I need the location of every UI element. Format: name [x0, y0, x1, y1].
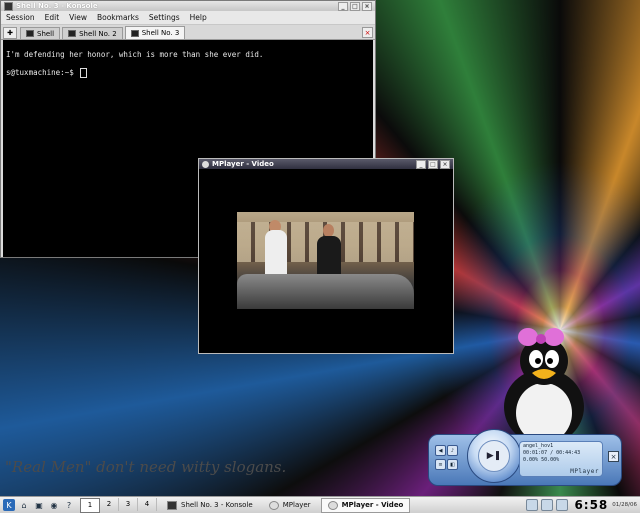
tab-label: Shell	[37, 29, 55, 38]
tab-shell-3[interactable]: Shell No. 3	[124, 26, 186, 39]
system-tray: 6:58 01/28/06	[523, 498, 640, 512]
mini-player-levels: 0.00% 50.00%	[523, 457, 599, 464]
mplayer-title: MPlayer - Video	[212, 160, 274, 168]
kde-menu-icon[interactable]: K	[3, 499, 15, 511]
help-icon[interactable]: ?	[63, 499, 75, 511]
terminal-icon	[167, 500, 177, 510]
task-mplayer[interactable]: MPlayer	[263, 499, 317, 512]
desktop-2-button[interactable]: 2	[100, 497, 119, 511]
maximize-icon[interactable]: □	[428, 159, 438, 169]
terminal-launcher-icon[interactable]: ▣	[33, 499, 45, 511]
tux-mascot-image	[504, 328, 584, 445]
task-label: Shell No. 3 - Konsole	[181, 501, 253, 509]
task-mplayer-video[interactable]: MPlayer - Video	[320, 497, 411, 513]
mini-player-time: 00:01:07 / 00:44:43	[523, 450, 581, 456]
desktop-pager: 1 2 3 4	[80, 497, 157, 513]
tab-shell-2[interactable]: Shell No. 2	[62, 27, 123, 39]
video-frame[interactable]	[237, 212, 414, 309]
konsole-title: Shell No. 3 - Konsole	[16, 2, 98, 10]
desktop-slogan: "Real Men" don't need witty slogans.	[5, 458, 287, 476]
close-icon[interactable]: ×	[362, 1, 372, 11]
mini-player-balance: 50.00%	[541, 457, 560, 463]
terminal-icon	[68, 30, 77, 37]
terminal-icon	[130, 29, 139, 37]
menu-view[interactable]: View	[64, 13, 92, 22]
terminal-icon	[26, 30, 34, 37]
browser-icon[interactable]: ◉	[48, 499, 60, 511]
mplayer-control-panel[interactable]: ◀ ≡ ♪ ◧ ▶❚ angel_hov1 00:01:07 / 00:44:4…	[428, 429, 622, 486]
playlist-icon[interactable]: ♪	[447, 445, 458, 456]
menu-edit[interactable]: Edit	[40, 13, 65, 22]
taskbar: K ⌂ ▣ ◉ ? 1 2 3 4 Shell No. 3 - Konsole …	[0, 496, 640, 513]
mini-player-filename: angel_hov1	[523, 443, 554, 449]
terminal-line: I'm defending her honor, which is more t…	[6, 50, 264, 59]
minimize-icon[interactable]: _	[416, 159, 426, 169]
desktop: "Real Men" don't need witty slogans. She…	[0, 0, 640, 496]
mplayer-titlebar[interactable]: MPlayer - Video _ □ ×	[199, 159, 453, 169]
mini-player-brand: MPlayer	[570, 468, 599, 475]
close-icon[interactable]: ×	[440, 159, 450, 169]
clock[interactable]: 6:58	[574, 498, 608, 512]
menu-session[interactable]: Session	[1, 13, 40, 22]
tab-label: Shell No. 3	[141, 29, 180, 37]
tray-icon[interactable]	[556, 499, 569, 511]
menu-icon[interactable]: ≡	[435, 459, 446, 470]
minimize-icon[interactable]: _	[338, 1, 348, 11]
menu-help[interactable]: Help	[185, 13, 212, 22]
skin-icon[interactable]: ◧	[447, 459, 458, 470]
konsole-app-icon[interactable]	[4, 1, 13, 11]
konsole-tabbar: ✚ Shell Shell No. 2 Shell No. 3 ×	[1, 25, 375, 40]
konsole-titlebar[interactable]: Shell No. 3 - Konsole _ □ ×	[1, 1, 375, 11]
tab-label: Shell No. 2	[79, 29, 117, 38]
menu-bookmarks[interactable]: Bookmarks	[92, 13, 144, 22]
close-icon[interactable]: ×	[608, 451, 619, 462]
home-icon[interactable]: ⌂	[18, 499, 30, 511]
date: 01/28/06	[612, 502, 637, 508]
desktop-4-button[interactable]: 4	[138, 497, 157, 511]
tab-shell[interactable]: Shell	[20, 27, 61, 39]
terminal-prompt-line: s@tuxmachine:~$	[6, 64, 370, 82]
mplayer-video-window[interactable]: MPlayer - Video _ □ ×	[198, 158, 454, 354]
desktop-3-button[interactable]: 3	[119, 497, 138, 511]
mplayer-icon	[268, 500, 279, 510]
desktop-1-button[interactable]: 1	[80, 497, 100, 513]
maximize-icon[interactable]: □	[350, 1, 360, 11]
task-label: MPlayer	[282, 501, 311, 509]
task-label: MPlayer - Video	[341, 501, 404, 509]
video-car	[237, 274, 414, 309]
tray-icon[interactable]	[541, 499, 554, 511]
mplayer-icon	[327, 500, 338, 510]
close-tab-icon[interactable]: ×	[362, 27, 373, 38]
mplayer-app-icon[interactable]	[202, 160, 209, 168]
prev-icon[interactable]: ◀	[435, 445, 446, 456]
tray-icon[interactable]	[526, 499, 539, 511]
konsole-menubar: Session Edit View Bookmarks Settings Hel…	[1, 11, 375, 25]
terminal-cursor	[80, 68, 88, 78]
new-session-icon[interactable]: ✚	[3, 27, 17, 39]
play-pause-icon[interactable]: ▶❚	[478, 440, 510, 472]
mini-player-display: angel_hov1 00:01:07 / 00:44:43 0.00% 50.…	[519, 441, 603, 477]
mini-player-volume: 0.00%	[523, 457, 539, 463]
terminal-prompt: s@tuxmachine:~$	[6, 68, 74, 77]
task-konsole[interactable]: Shell No. 3 - Konsole	[161, 499, 259, 512]
menu-settings[interactable]: Settings	[144, 13, 185, 22]
playback-dial[interactable]: ▶❚	[467, 429, 521, 483]
